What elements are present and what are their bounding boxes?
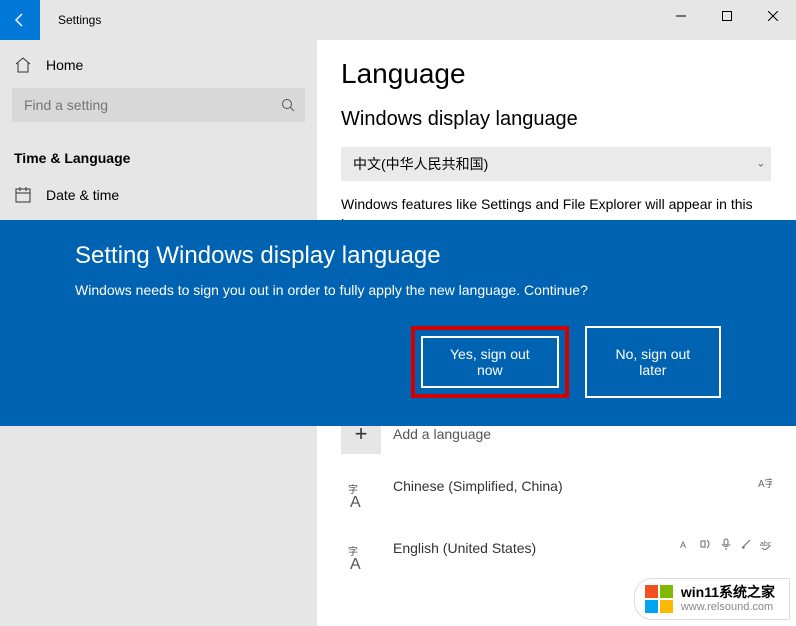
dialog-title: Setting Windows display language [75,242,721,270]
add-language-label: Add a language [393,426,491,442]
svg-text:A: A [350,494,361,511]
settings-window: Settings Home [0,0,796,626]
language-name: English (United States) [393,538,536,556]
dialog-message: Windows needs to sign you out in order t… [75,282,721,298]
language-feature-icons: A abc [680,538,772,550]
language-glyph-icon: 字A [341,476,381,516]
spellcheck-icon: abc [760,538,772,550]
watermark-logo-icon [645,585,673,613]
language-glyph-icon: 字A [341,538,381,578]
close-icon [768,11,778,21]
dialog-buttons: Yes, sign out now No, sign out later [411,326,721,398]
signout-dialog: Setting Windows display language Windows… [0,220,796,426]
dropdown-value: 中文(中华人民共和国) [353,154,488,174]
highlight-annotation: Yes, sign out now [411,326,569,398]
titlebar: Settings [0,0,796,40]
minimize-button[interactable] [658,0,704,32]
search-wrap [0,88,317,132]
nav-home-label: Home [46,57,83,73]
watermark-title: win11系统之家 [681,585,775,600]
display-language-dropdown[interactable]: 中文(中华人民共和国) ⌄ [341,147,771,181]
svg-text:A: A [350,556,361,573]
maximize-button[interactable] [704,0,750,32]
maximize-icon [722,11,732,21]
search-input[interactable] [12,88,305,122]
home-icon [14,56,32,74]
sidebar-category: Time & Language [0,132,317,176]
language-row-english[interactable]: 字A English (United States) A abc [341,538,772,578]
watermark-url: www.relsound.com [681,601,775,613]
window-title: Settings [40,13,101,27]
language-name: Chinese (Simplified, China) [393,476,563,494]
page-title: Language [341,58,772,90]
yes-signout-button[interactable]: Yes, sign out now [421,336,559,388]
minimize-icon [676,11,686,21]
search-icon [281,98,295,112]
nav-home[interactable]: Home [0,40,317,88]
arrow-left-icon [12,12,28,28]
svg-text:A: A [680,540,686,550]
no-signout-button[interactable]: No, sign out later [585,326,721,398]
back-button[interactable] [0,0,40,40]
close-button[interactable] [750,0,796,32]
chevron-down-icon: ⌄ [757,159,765,170]
language-feature-icons: A字 [758,476,772,490]
sidebar-item-date-time[interactable]: Date & time [0,176,317,214]
language-row-chinese[interactable]: 字A Chinese (Simplified, China) A字 [341,476,772,516]
display-lang-icon: A [680,538,692,550]
watermark: win11系统之家 www.relsound.com [634,578,790,620]
sidebar-item-label: Date & time [46,187,119,203]
display-lang-icon: A字 [758,476,772,490]
svg-text:abc: abc [760,541,772,548]
window-controls [658,0,796,32]
svg-text:A字: A字 [758,477,772,490]
speech-icon [720,538,732,550]
section-title: Windows display language [341,108,772,131]
calendar-icon [14,186,32,204]
handwriting-icon [740,538,752,550]
tts-icon [700,538,712,550]
